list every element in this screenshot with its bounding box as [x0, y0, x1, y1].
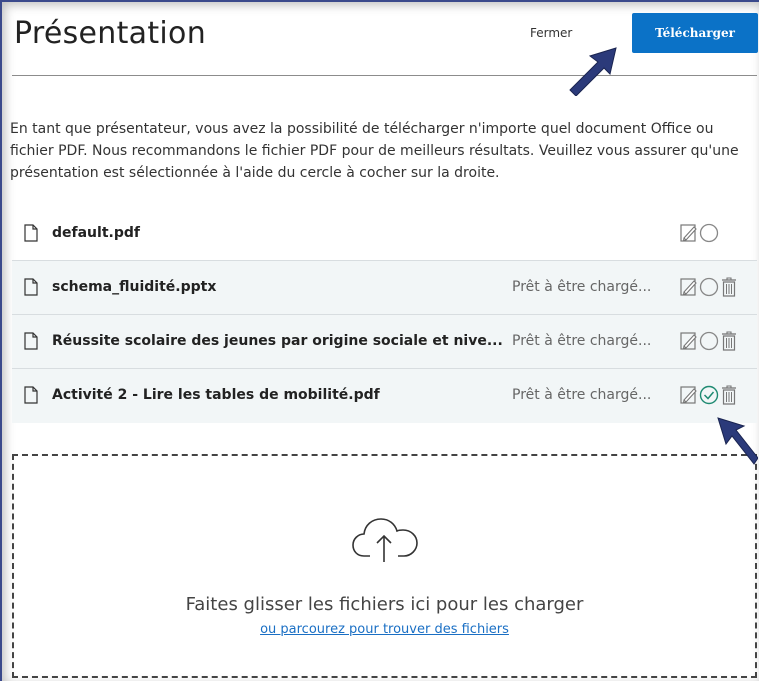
instructions-text: En tant que présentateur, vous avez la p… — [10, 121, 739, 181]
file-row: Réussite scolaire des jeunes par origine… — [12, 315, 757, 369]
document-icon — [24, 224, 38, 242]
trash-icon[interactable] — [719, 275, 739, 299]
header-divider — [12, 75, 757, 76]
select-circle-icon[interactable] — [699, 275, 719, 299]
edit-icon[interactable] — [679, 221, 699, 245]
page-title: Présentation — [14, 16, 207, 51]
document-icon — [24, 332, 38, 350]
dropzone-instructions: Faites glisser les fichiers ici pour les… — [185, 594, 584, 615]
edit-icon[interactable] — [679, 383, 699, 407]
file-row: Activité 2 - Lire les tables de mobilité… — [12, 369, 757, 423]
file-name: default.pdf — [52, 225, 140, 241]
file-name: Réussite scolaire des jeunes par origine… — [52, 333, 503, 349]
close-button[interactable]: Fermer — [530, 26, 572, 40]
edit-icon[interactable] — [679, 329, 699, 353]
file-row: default.pdf — [12, 207, 757, 261]
file-name: Activité 2 - Lire les tables de mobilité… — [52, 387, 380, 403]
file-row: schema_fluidité.pptx Prêt à être chargé.… — [12, 261, 757, 315]
pointer-arrow-icon — [569, 47, 617, 96]
browse-files-link[interactable]: ou parcourez pour trouver des fichiers — [14, 622, 755, 637]
file-list: default.pdf schema_fluidité.pptx Prêt à … — [12, 207, 757, 423]
trash-icon[interactable] — [719, 383, 739, 407]
document-icon — [24, 386, 38, 404]
select-circle-icon[interactable] — [699, 329, 719, 353]
cloud-upload-icon — [350, 514, 422, 568]
pointer-arrow-icon — [717, 417, 758, 465]
file-dropzone[interactable]: Faites glisser les fichiers ici pour les… — [12, 454, 757, 678]
file-name: schema_fluidité.pptx — [52, 279, 217, 295]
file-status: Prêt à être chargé... — [512, 387, 652, 403]
select-circle-icon[interactable] — [699, 221, 719, 245]
file-status: Prêt à être chargé... — [512, 333, 652, 349]
upload-button[interactable]: Télécharger — [632, 13, 758, 53]
document-icon — [24, 278, 38, 296]
trash-icon[interactable] — [719, 329, 739, 353]
file-status: Prêt à être chargé... — [512, 279, 652, 295]
edit-icon[interactable] — [679, 275, 699, 299]
selected-check-icon[interactable] — [699, 383, 719, 407]
